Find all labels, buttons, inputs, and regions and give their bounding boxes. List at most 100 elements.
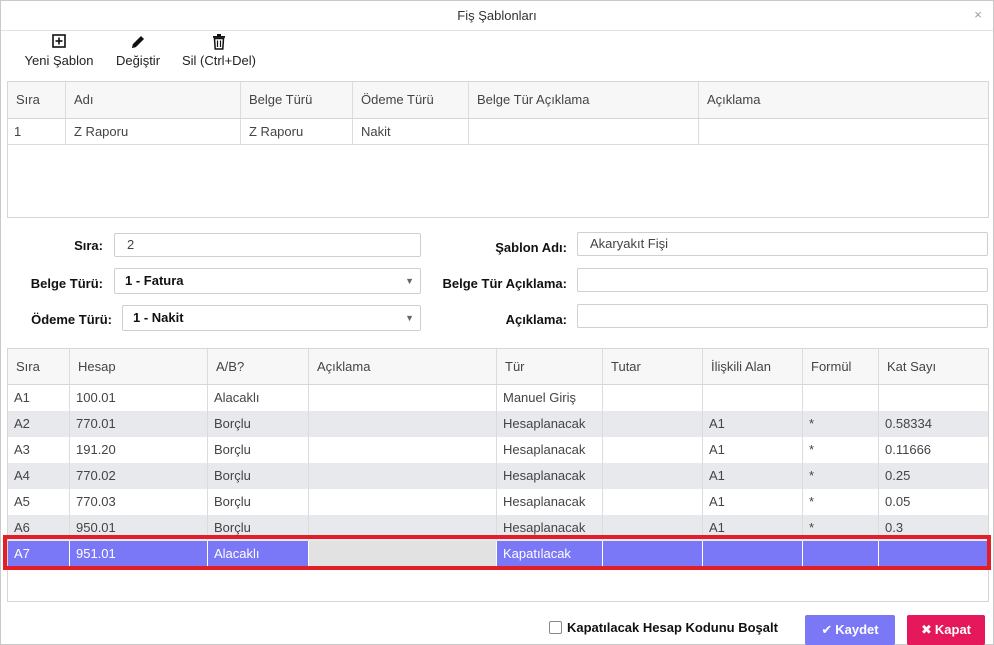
odeme-turu-value: 1 - Nakit (133, 310, 184, 325)
templates-grid: Sıra Adı Belge Türü Ödeme Türü Belge Tür… (7, 81, 989, 218)
odeme-turu-select[interactable]: 1 - Nakit ▼ (122, 305, 421, 331)
cell-hesap: 100.01 (70, 385, 208, 411)
trash-icon (179, 34, 259, 50)
window-title: Fiş Şablonları (457, 8, 537, 23)
cell-adi: Z Raporu (66, 119, 241, 144)
aciklama-label: Açıklama: (505, 312, 567, 327)
cell-kat-sayi (879, 541, 988, 567)
sira-input[interactable]: 2 (114, 233, 421, 257)
cell-kat-sayi (879, 385, 988, 411)
table-row-selected[interactable]: A7 951.01 Alacaklı Kapatılacak (8, 541, 988, 567)
cell-formul: * (803, 411, 879, 437)
table-row[interactable]: A1 100.01 Alacaklı Manuel Giriş (8, 385, 988, 411)
cell-kat-sayi: 0.05 (885, 494, 911, 509)
cell-ab: Borçlu (208, 515, 309, 541)
table-row[interactable]: A3 191.20 Borçlu Hesaplanacak A1 * 0.11666 (8, 437, 988, 463)
column-header-aciklama[interactable]: Açıklama (309, 349, 497, 384)
cell-tur: Hesaplanacak (497, 463, 603, 489)
chevron-down-icon: ▼ (405, 313, 414, 323)
template-form: Sıra: 2 Belge Türü: 1 - Fatura ▼ Ödeme T… (1, 226, 994, 336)
column-header-formul[interactable]: Formül (803, 349, 879, 384)
cell-aciklama (309, 411, 497, 437)
column-header-tur[interactable]: Tür (497, 349, 603, 384)
aciklama-input[interactable] (577, 304, 988, 328)
belge-turu-select[interactable]: 1 - Fatura ▼ (114, 268, 421, 294)
cell-tutar (603, 463, 703, 489)
cell-tur: Hesaplanacak (497, 489, 603, 515)
cell-sira: 1 (8, 119, 66, 144)
cell-belge-turu: Z Raporu (241, 119, 353, 144)
cell-hesap: 770.01 (70, 411, 208, 437)
clear-account-code-checkbox[interactable] (549, 621, 562, 634)
cell-iliskili-alan (703, 541, 803, 567)
cell-odeme-turu: Nakit (353, 119, 469, 144)
column-header-hesap[interactable]: Hesap (70, 349, 208, 384)
cell-ab: Borçlu (208, 489, 309, 515)
edit-label: Değiştir (115, 53, 161, 68)
cell-sira: A5 (8, 489, 70, 515)
column-header-sira[interactable]: Sıra (8, 349, 70, 384)
templates-grid-header: Sıra Adı Belge Türü Ödeme Türü Belge Tür… (8, 82, 988, 119)
cell-tur: Kapatılacak (497, 541, 603, 567)
close-icon[interactable]: × (971, 7, 985, 23)
new-template-label: Yeni Şablon (24, 53, 94, 68)
cell-ab: Borçlu (208, 437, 309, 463)
column-header-kat-sayi[interactable]: Kat Sayı (879, 349, 988, 384)
pencil-icon (112, 34, 164, 50)
cell-aciklama (309, 463, 497, 489)
cell-ab: Borçlu (208, 463, 309, 489)
close-button[interactable]: ✖ Kapat (907, 615, 985, 645)
belge-tur-aciklama-input[interactable] (577, 268, 988, 292)
cell-iliskili-alan: A1 (703, 489, 803, 515)
column-header-iliskili-alan[interactable]: İlişkili Alan (703, 349, 803, 384)
cell-sira: A7 (8, 541, 70, 567)
table-row[interactable]: 1 Z Raporu Z Raporu Nakit (8, 119, 988, 145)
cell-ab: Alacaklı (208, 385, 309, 411)
chevron-down-icon: ▼ (405, 276, 414, 286)
dialog-window: Fiş Şablonları × Yeni Şablon Değiştir Si… (0, 0, 994, 645)
cell-hesap: 770.02 (70, 463, 208, 489)
cell-tutar (603, 385, 703, 411)
cell-aciklama (309, 515, 497, 541)
table-row[interactable]: A4 770.02 Borçlu Hesaplanacak A1 * 0.25 (8, 463, 988, 489)
sablon-adi-input[interactable]: Akaryakıt Fişi (577, 232, 988, 256)
cell-sira: A4 (8, 463, 70, 489)
column-header-sira[interactable]: Sıra (8, 82, 66, 118)
delete-label: Sil (Ctrl+Del) (181, 53, 257, 68)
clear-account-code-label[interactable]: Kapatılacak Hesap Kodunu Boşalt (567, 620, 778, 635)
table-row[interactable]: A6 950.01 Borçlu Hesaplanacak A1 * 0.3 (8, 515, 988, 541)
cell-hesap: 191.20 (70, 437, 208, 463)
belge-turu-value: 1 - Fatura (125, 273, 184, 288)
delete-button[interactable]: Sil (Ctrl+Del) (179, 34, 259, 72)
plus-square-icon (21, 34, 97, 50)
table-row[interactable]: A2 770.01 Borçlu Hesaplanacak A1 * 0.58334 (8, 411, 988, 437)
cell-sira: A3 (8, 437, 70, 463)
cell-formul: * (803, 437, 879, 463)
new-template-button[interactable]: Yeni Şablon (21, 34, 97, 72)
cell-aciklama (309, 385, 497, 411)
cell-formul (803, 385, 879, 411)
belge-turu-label: Belge Türü: (30, 276, 103, 291)
cell-formul: * (803, 463, 879, 489)
cell-iliskili-alan: A1 (703, 463, 803, 489)
column-header-belge-tur-aciklama[interactable]: Belge Tür Açıklama (469, 82, 699, 118)
edit-button[interactable]: Değiştir (112, 34, 164, 72)
column-header-odeme-turu[interactable]: Ödeme Türü (353, 82, 469, 118)
cell-sira: A6 (8, 515, 70, 541)
cell-aciklama (309, 489, 497, 515)
cell-kat-sayi: 0.11666 (885, 442, 932, 457)
cell-kat-sayi: 0.58334 (885, 416, 932, 431)
cell-tur: Manuel Giriş (497, 385, 603, 411)
lines-grid-header: Sıra Hesap A/B? Açıklama Tür Tutar İlişk… (8, 349, 988, 385)
column-header-belge-turu[interactable]: Belge Türü (241, 82, 353, 118)
cell-tur: Hesaplanacak (497, 437, 603, 463)
column-header-aciklama[interactable]: Açıklama (699, 82, 989, 118)
column-header-ab[interactable]: A/B? (208, 349, 309, 384)
save-button[interactable]: ✔ Kaydet (805, 615, 895, 645)
cell-hesap: 950.01 (70, 515, 208, 541)
table-row[interactable]: A5 770.03 Borçlu Hesaplanacak A1 * 0.05 (8, 489, 988, 515)
column-header-adi[interactable]: Adı (66, 82, 241, 118)
column-header-tutar[interactable]: Tutar (603, 349, 703, 384)
cell-hesap: 951.01 (70, 541, 208, 567)
cell-kat-sayi: 0.3 (885, 520, 904, 535)
